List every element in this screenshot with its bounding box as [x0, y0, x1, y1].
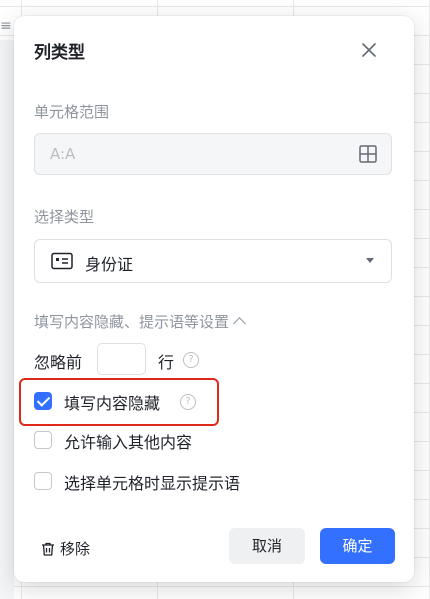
checkbox-hide-content[interactable]: [34, 392, 52, 410]
chevron-up-icon: [233, 317, 246, 330]
close-icon[interactable]: [359, 40, 379, 60]
option-allow-other-label: 允许输入其他内容: [64, 433, 193, 452]
cancel-button[interactable]: 取消: [229, 528, 305, 564]
help-icon[interactable]: ?: [183, 352, 199, 368]
ignore-suffix-label: 行: [158, 353, 175, 372]
type-label: 选择类型: [34, 208, 95, 226]
trash-icon: [42, 542, 54, 556]
ignore-rows-input[interactable]: [97, 343, 146, 375]
remove-button[interactable]: 移除: [40, 538, 90, 559]
remove-label: 移除: [60, 540, 91, 558]
dialog-title: 列类型: [34, 43, 85, 63]
range-select-icon[interactable]: [359, 145, 377, 163]
cell-range-value: A:A: [50, 145, 76, 163]
type-select[interactable]: 身份证: [34, 239, 392, 283]
sheet-menu-icon[interactable]: ≡: [0, 16, 12, 36]
type-select-value: 身份证: [85, 255, 134, 274]
option-hide-content-label: 填写内容隐藏: [64, 394, 161, 413]
confirm-button[interactable]: 确定: [320, 528, 395, 564]
settings-toggle[interactable]: 填写内容隐藏、提示语等设置: [34, 311, 246, 332]
cell-range-label: 单元格范围: [34, 103, 110, 121]
help-icon[interactable]: ?: [180, 394, 196, 410]
row-header-strip: [0, 40, 14, 599]
option-show-hint-label: 选择单元格时显示提示语: [64, 474, 241, 493]
cell-range-input[interactable]: A:A: [34, 133, 392, 175]
id-card-icon: [51, 252, 73, 270]
column-type-dialog: 列类型 单元格范围 A:A 选择类型 身份证 填写内容隐藏、提示语等设置 忽略前…: [14, 16, 414, 582]
checkbox-show-hint[interactable]: [34, 472, 52, 490]
chevron-down-icon: [366, 258, 374, 263]
settings-toggle-label: 填写内容隐藏、提示语等设置: [34, 313, 230, 331]
ignore-prefix-label: 忽略前: [34, 353, 83, 372]
checkbox-allow-other[interactable]: [34, 431, 52, 449]
